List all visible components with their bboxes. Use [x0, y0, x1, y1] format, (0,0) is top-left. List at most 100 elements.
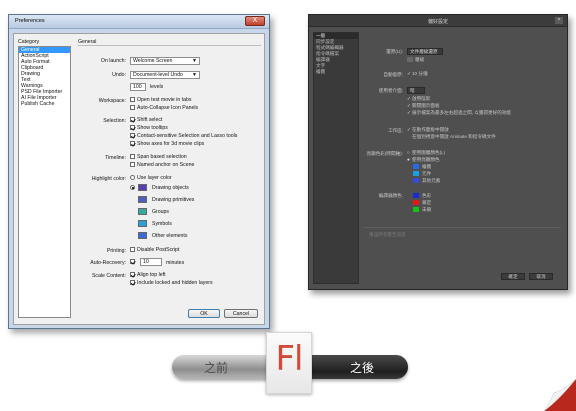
checkbox-box [130, 141, 135, 146]
align-top-left-checkbox[interactable]: Align top left [130, 272, 166, 278]
open-in-actions-checkbox[interactable]: ✓在動作面板中開啟 [407, 127, 449, 133]
checkbox-box [130, 97, 135, 102]
auto-recovery-label: Auto-Recovery: [90, 260, 126, 266]
checkbox-box [130, 247, 135, 252]
undo-levels-label: levels [150, 84, 164, 90]
new-title-bar[interactable]: 偏好設定 × [309, 15, 567, 27]
symbols-swatch[interactable] [413, 171, 419, 176]
collapse-icon-panels-checkbox[interactable]: ✓關閉圖示面板 [407, 103, 440, 109]
show-tooltips-checkbox[interactable]: Show tooltips [130, 125, 168, 131]
new-ui-theme-dropdown[interactable]: 暗 [407, 87, 425, 94]
new-category-item[interactable]: 繪圖 [314, 69, 358, 75]
checkmark-icon: ✓ [407, 71, 411, 76]
separate-window-checkbox[interactable]: 在個別視窗中開啟 Animate 和指令碼文件 [407, 134, 496, 140]
contact-sensitive-checkbox[interactable]: Contact-sensitive Selection and Lasso to… [130, 133, 237, 139]
use-layer-color-radio[interactable]: Use layer color [130, 175, 172, 181]
drawing-objects-swatch[interactable] [138, 184, 147, 191]
undo-levels-input[interactable]: 100 [130, 83, 146, 91]
radio-label: 使用圖層顏色(L) [412, 150, 446, 155]
show-axes-checkbox[interactable]: Show axes for 3d movie clips [130, 141, 204, 147]
drawing-objects-label: Drawing objects [152, 185, 189, 191]
new-autorecovery-label: 自動復原: [383, 72, 403, 77]
new-close-button[interactable]: × [555, 17, 563, 24]
new-cancel-button[interactable]: 取消 [529, 273, 553, 280]
old-ok-button[interactable]: OK [188, 309, 220, 318]
new-autorecovery-checkbox[interactable]: ✓10 分鐘 [407, 71, 428, 77]
locked-swatch[interactable] [413, 200, 419, 205]
color-swatch-label: 色彩 [422, 193, 432, 198]
new-window-title: 偏好設定 [427, 19, 448, 25]
open-test-movie-checkbox[interactable]: Open test movie in tabs [130, 97, 192, 103]
undo-value: Document-level Undo [133, 72, 183, 78]
old-preferences-window: Preferences X Category General ActionScr… [8, 14, 270, 329]
checkbox-box [130, 272, 135, 277]
checkmark-icon: ✓ [407, 110, 411, 115]
shift-select-checkbox[interactable]: Shift select [130, 117, 162, 123]
new-divider [363, 227, 561, 228]
auto-collapse-checkbox[interactable]: Auto-Collapse Icon Panels [130, 105, 198, 111]
on-launch-label: On launch: [100, 58, 126, 64]
old-category-label: Category [18, 39, 40, 45]
named-anchor-checkbox[interactable]: Named anchor on Scene [130, 162, 194, 168]
drawing-primitives-swatch[interactable] [138, 196, 147, 203]
old-window-title: Preferences [15, 18, 45, 24]
old-section-divider [78, 45, 261, 46]
use-layer-color-radio[interactable]: ○ 使用圖層顏色(L) [407, 150, 445, 156]
old-category-list[interactable]: General ActionScript Auto Format Clipboa… [18, 46, 71, 318]
checkbox-label: Span based selection [137, 154, 187, 160]
new-undo-levels-label: 層級 [415, 57, 425, 62]
undo-dropdown[interactable]: Document-level Undo ▼ [130, 71, 200, 79]
on-launch-dropdown[interactable]: Welcome Screen ▼ [130, 57, 200, 65]
checkbox-label: 在個別視窗中開啟 Animate 和指令碼文件 [412, 134, 496, 139]
old-close-button[interactable]: X [245, 16, 265, 26]
new-undo-levels-box[interactable] [407, 57, 413, 62]
span-based-checkbox[interactable]: Span based selection [130, 154, 187, 160]
disable-postscript-checkbox[interactable]: Disable PostScript [130, 247, 179, 253]
checkbox-label: Align top left [137, 272, 166, 278]
reset-warnings-link[interactable]: 重設所有警告訊息 [369, 232, 406, 238]
timeline-label: Timeline: [105, 155, 126, 161]
checkbox-label: Disable PostScript [137, 247, 180, 253]
checkbox-label: 在動作面板中開啟 [412, 127, 449, 132]
radio-dot [130, 185, 135, 190]
groups-swatch[interactable] [138, 208, 147, 215]
checkbox-label: Show tooltips [137, 125, 168, 131]
radio-label: 使用亮顯顏色 [412, 157, 440, 162]
symbols-label: Symbols [152, 221, 172, 227]
comparison-stage: Preferences X Category General ActionScr… [0, 0, 576, 411]
old-dialog-body: Category General ActionScript Auto Forma… [13, 33, 265, 325]
checkbox-label: Contact-sensitive Selection and Lasso to… [137, 133, 238, 139]
groups-label: Groups [152, 209, 170, 215]
printing-label: Printing: [106, 248, 126, 254]
chevron-down-icon: ▼ [192, 58, 197, 64]
selection-label: Selection: [103, 118, 126, 124]
flash-logo-tile: Fl [266, 332, 312, 394]
drawing-swatch[interactable] [413, 164, 419, 169]
use-custom-color-radio[interactable] [130, 185, 137, 191]
old-category-item[interactable]: Publish Cache [19, 101, 70, 107]
checkbox-box [130, 259, 135, 264]
include-locked-checkbox[interactable]: Include locked and hidden layers [130, 280, 213, 286]
use-highlight-color-radio[interactable]: ● 使用亮顯顏色 [407, 157, 440, 163]
new-preferences-window: 偏好設定 × 一般 同步設定 程式碼編輯器 指令碼檔案 編譯器 文字 繪圖 還原… [308, 14, 568, 290]
new-undo-dropdown[interactable]: 文件層級還原 [407, 48, 443, 55]
radio-label: Use layer color [137, 175, 172, 181]
radio-dot-icon: ● [407, 157, 410, 162]
auto-recovery-input[interactable]: 10 [140, 258, 162, 266]
other-elements-swatch-label: 其他元素 [422, 178, 441, 183]
enable-shadow-checkbox[interactable]: ✓啟用陰影 [407, 96, 430, 102]
color-swatch[interactable] [413, 193, 419, 198]
other-elements-swatch[interactable] [413, 178, 419, 183]
checkbox-label: 展示檔案為最多左右超過之間, 以獲得更好的效能 [412, 110, 512, 115]
old-title-bar[interactable]: Preferences X [9, 15, 269, 29]
performance-checkbox[interactable]: ✓展示檔案為最多左右超過之間, 以獲得更好的效能 [407, 110, 511, 116]
other-elements-swatch[interactable] [138, 232, 147, 239]
old-cancel-button[interactable]: Cancel [224, 309, 258, 318]
new-category-list[interactable]: 一般 同步設定 程式碼編輯器 指令碼檔案 編譯器 文字 繪圖 [313, 32, 359, 284]
unlocked-swatch[interactable] [413, 207, 419, 212]
symbols-swatch[interactable] [138, 220, 147, 227]
checkbox-label: 啟用陰影 [412, 96, 431, 101]
new-ok-button[interactable]: 確定 [501, 273, 525, 280]
auto-recovery-checkbox[interactable] [130, 259, 137, 265]
checkbox-box [130, 154, 135, 159]
